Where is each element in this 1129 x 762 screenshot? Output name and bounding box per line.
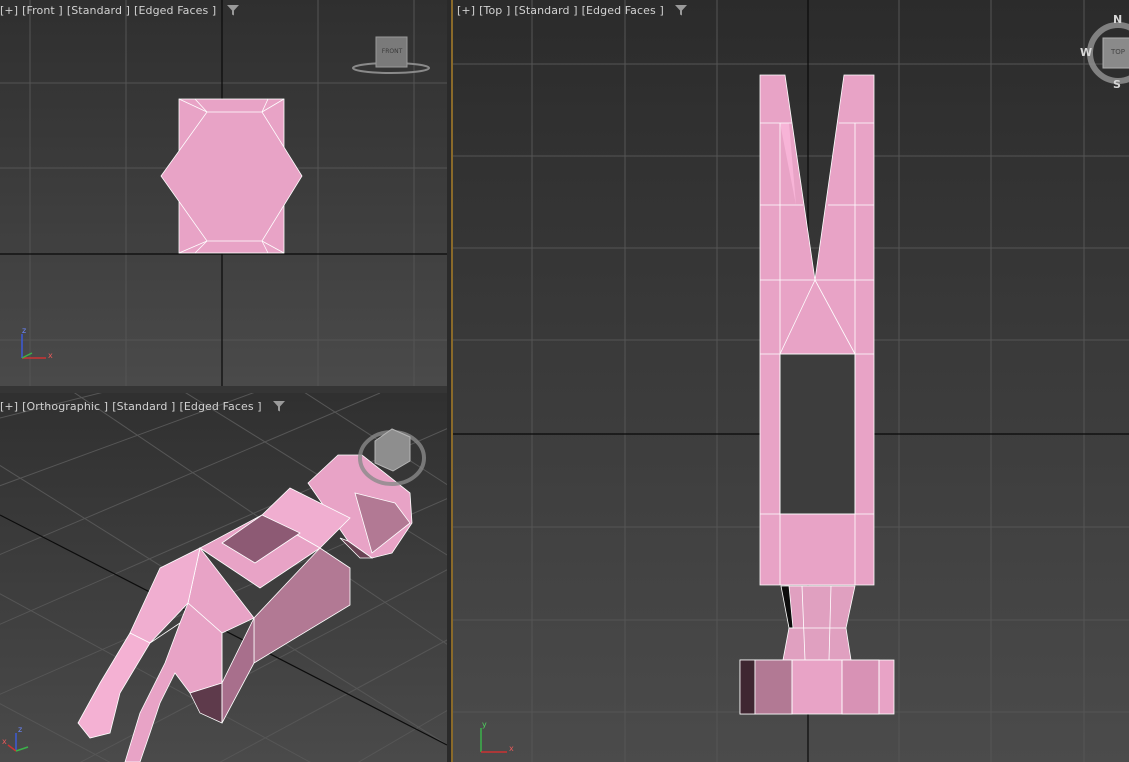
compass-south-label: S xyxy=(1113,78,1121,91)
ortho-plus-menu[interactable]: [+] xyxy=(0,400,18,413)
ortho-viewport-label: [+] [Orthographic ] [Standard ] [Edged F… xyxy=(0,399,286,413)
top-shading-menu[interactable]: [Standard ] xyxy=(514,4,577,17)
ortho-shading-menu[interactable]: [Standard ] xyxy=(112,400,175,413)
viewport-top[interactable]: TOP N W S y x [+] [Top ] [Standard ] [Ed… xyxy=(453,0,1129,762)
compass-west-label: W xyxy=(1080,46,1093,59)
front-edges-menu[interactable]: [Edged Faces ] xyxy=(134,4,216,17)
top-viewport-label: [+] [Top ] [Standard ] [Edged Faces ] xyxy=(457,3,688,17)
top-plus-menu[interactable]: [+] xyxy=(457,4,475,17)
front-viewport-label: [+] [Front ] [Standard ] [Edged Faces ] xyxy=(0,3,240,17)
top-axis-y-label: y xyxy=(482,720,487,729)
front-cube-label: FRONT xyxy=(381,48,403,55)
front-plus-menu[interactable]: [+] xyxy=(0,4,18,17)
front-view-menu[interactable]: [Front ] xyxy=(22,4,63,17)
front-shading-menu[interactable]: [Standard ] xyxy=(67,4,130,17)
ortho-filter-icon[interactable] xyxy=(272,399,286,413)
front-axis-x-label: x xyxy=(48,351,53,360)
ortho-edges-menu[interactable]: [Edged Faces ] xyxy=(179,400,261,413)
viewport-horizontal-divider[interactable] xyxy=(0,386,447,393)
top-view-menu[interactable]: [Top ] xyxy=(479,4,510,17)
compass-north-label: N xyxy=(1113,13,1123,26)
ortho-view-menu[interactable]: [Orthographic ] xyxy=(22,400,108,413)
ortho-axis-z-label: z xyxy=(18,725,23,734)
front-axis-z-label: z xyxy=(22,326,27,335)
viewport-front[interactable]: FRONT z x [+] [Front ] [Standard ] [Edge… xyxy=(0,0,447,386)
viewport-ortho-canvas[interactable] xyxy=(0,393,447,762)
ortho-axis-x-label: x xyxy=(2,737,7,746)
top-edges-menu[interactable]: [Edged Faces ] xyxy=(582,4,664,17)
front-filter-icon[interactable] xyxy=(226,3,240,17)
top-axis-x-label: x xyxy=(509,744,514,753)
top-cube-label: TOP xyxy=(1110,48,1125,56)
top-filter-icon[interactable] xyxy=(674,3,688,17)
front-mesh[interactable] xyxy=(160,98,303,254)
viewport-orthographic[interactable]: z x [+] [Orthographic ] [Standard ] [Edg… xyxy=(0,393,447,762)
viewport-front-canvas[interactable] xyxy=(0,0,447,386)
viewport-top-canvas[interactable] xyxy=(453,0,1129,762)
